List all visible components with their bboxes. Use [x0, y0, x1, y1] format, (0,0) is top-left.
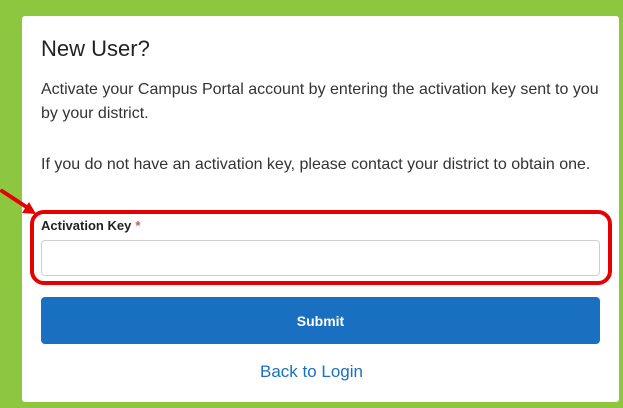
no-key-instructions: If you do not have an activation key, pl…	[41, 156, 591, 173]
activation-instructions: Activate your Campus Portal account by e…	[41, 81, 599, 122]
submit-button[interactable]: Submit	[41, 297, 600, 344]
activation-key-label-text: Activation Key	[41, 218, 132, 233]
required-asterisk: *	[135, 218, 141, 233]
activation-key-input[interactable]	[41, 240, 600, 276]
card-title: New User?	[41, 36, 150, 61]
activation-key-label: Activation Key *	[41, 218, 140, 233]
back-to-login-link[interactable]: Back to Login	[0, 362, 623, 382]
new-user-card	[22, 16, 619, 402]
